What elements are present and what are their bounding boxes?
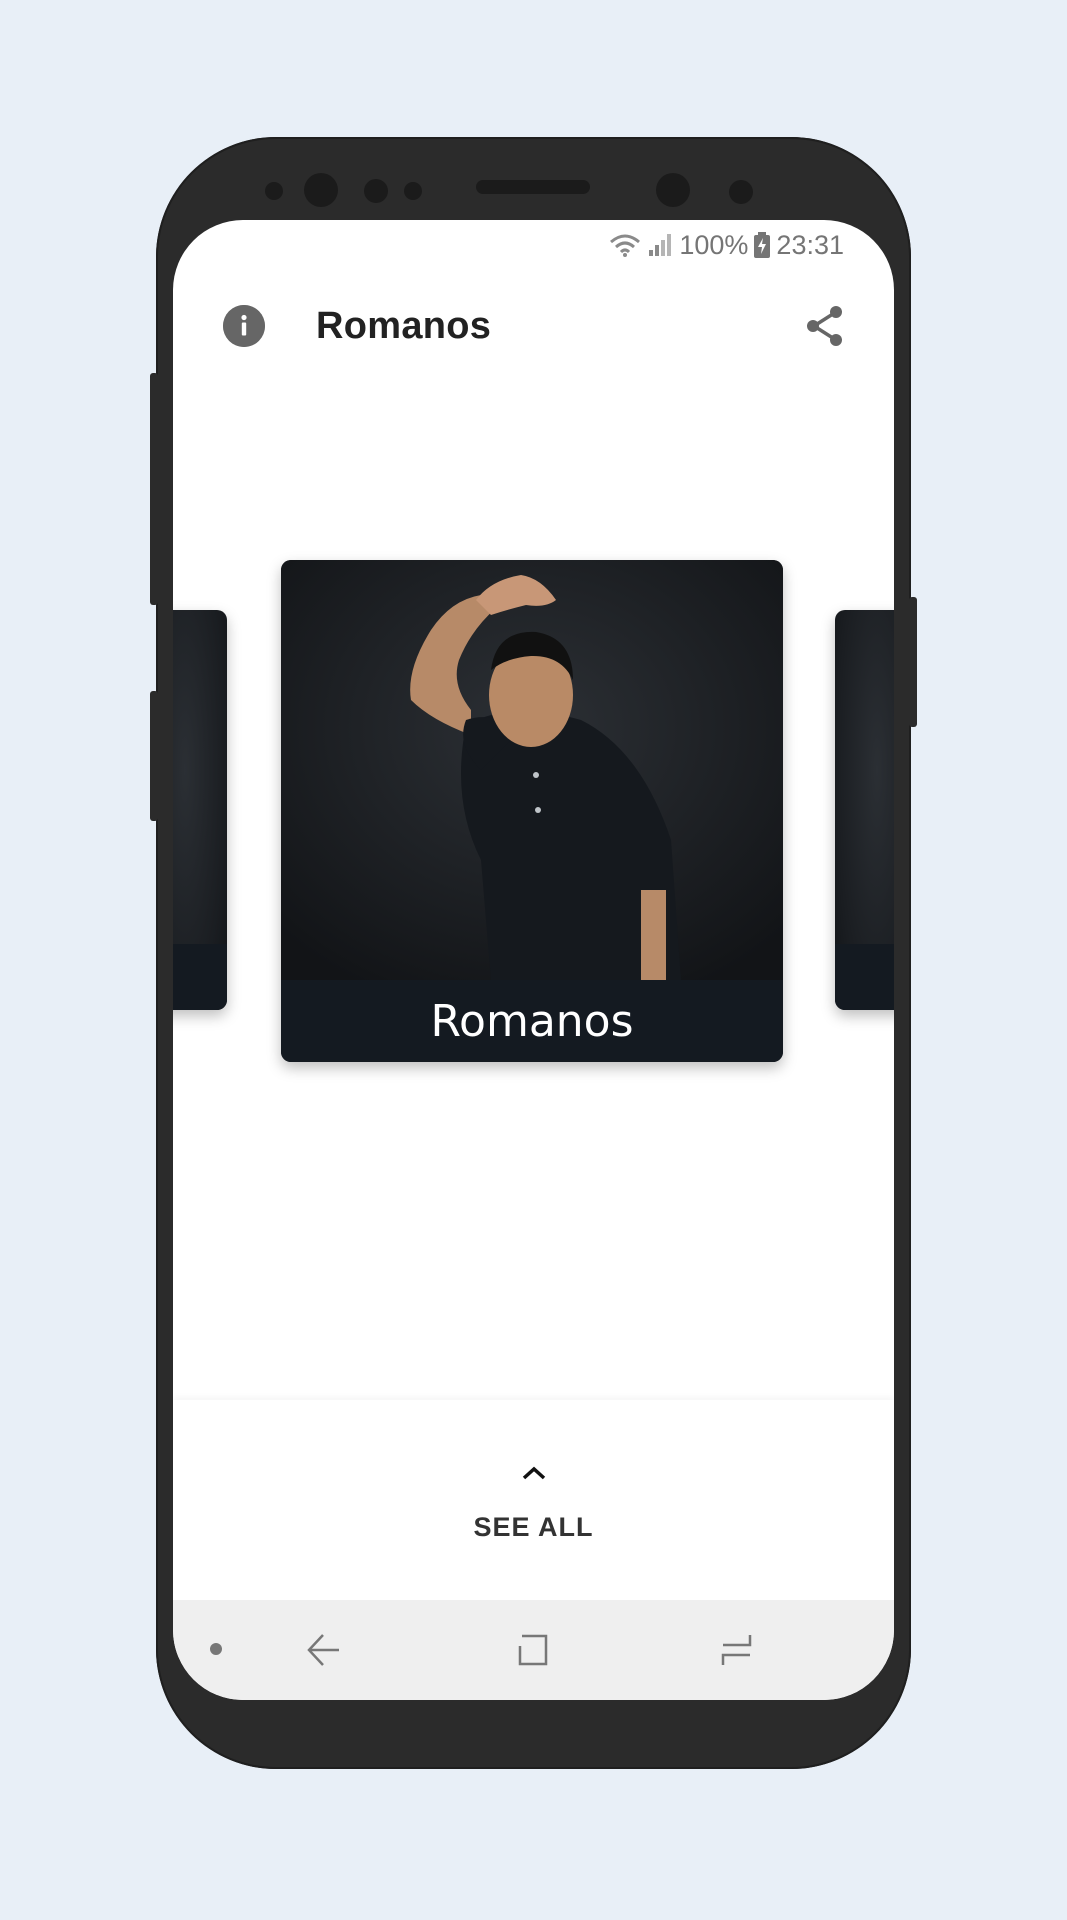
sensor-dot: [364, 179, 388, 203]
sign-carousel[interactable]: Romanos: [173, 220, 894, 1400]
phone-frame: 100% 23:31 Romanos Romanos SEE ALL: [150, 137, 917, 1769]
chevron-up-icon: [522, 1466, 545, 1480]
home-icon[interactable]: [514, 1632, 550, 1668]
recents-icon[interactable]: [719, 1632, 755, 1668]
previous-card[interactable]: [173, 610, 227, 1010]
see-all-button[interactable]: SEE ALL: [173, 1512, 894, 1543]
next-card-caption-bar: [835, 944, 894, 1010]
sign-caption: Romanos: [281, 980, 783, 1062]
dot-indicator-icon: [210, 1643, 222, 1655]
back-icon[interactable]: [305, 1632, 341, 1668]
sensor-dot: [404, 182, 422, 200]
next-card[interactable]: [835, 610, 894, 1010]
earpiece-speaker: [476, 180, 590, 194]
previous-card-caption-bar: [173, 944, 227, 1010]
current-sign-card[interactable]: Romanos: [281, 560, 783, 1062]
iris-camera: [656, 173, 690, 207]
volume-button: [150, 373, 158, 605]
screen: 100% 23:31 Romanos Romanos SEE ALL: [173, 220, 894, 1700]
power-button: [909, 597, 917, 727]
front-camera: [304, 173, 338, 207]
signer-video-thumbnail: [281, 560, 783, 980]
sensor-dot: [265, 182, 283, 200]
system-nav-bar: [173, 1600, 894, 1700]
sensor-dot: [729, 180, 753, 204]
see-all-sheet[interactable]: SEE ALL: [173, 1400, 894, 1600]
bixby-button: [150, 691, 158, 821]
